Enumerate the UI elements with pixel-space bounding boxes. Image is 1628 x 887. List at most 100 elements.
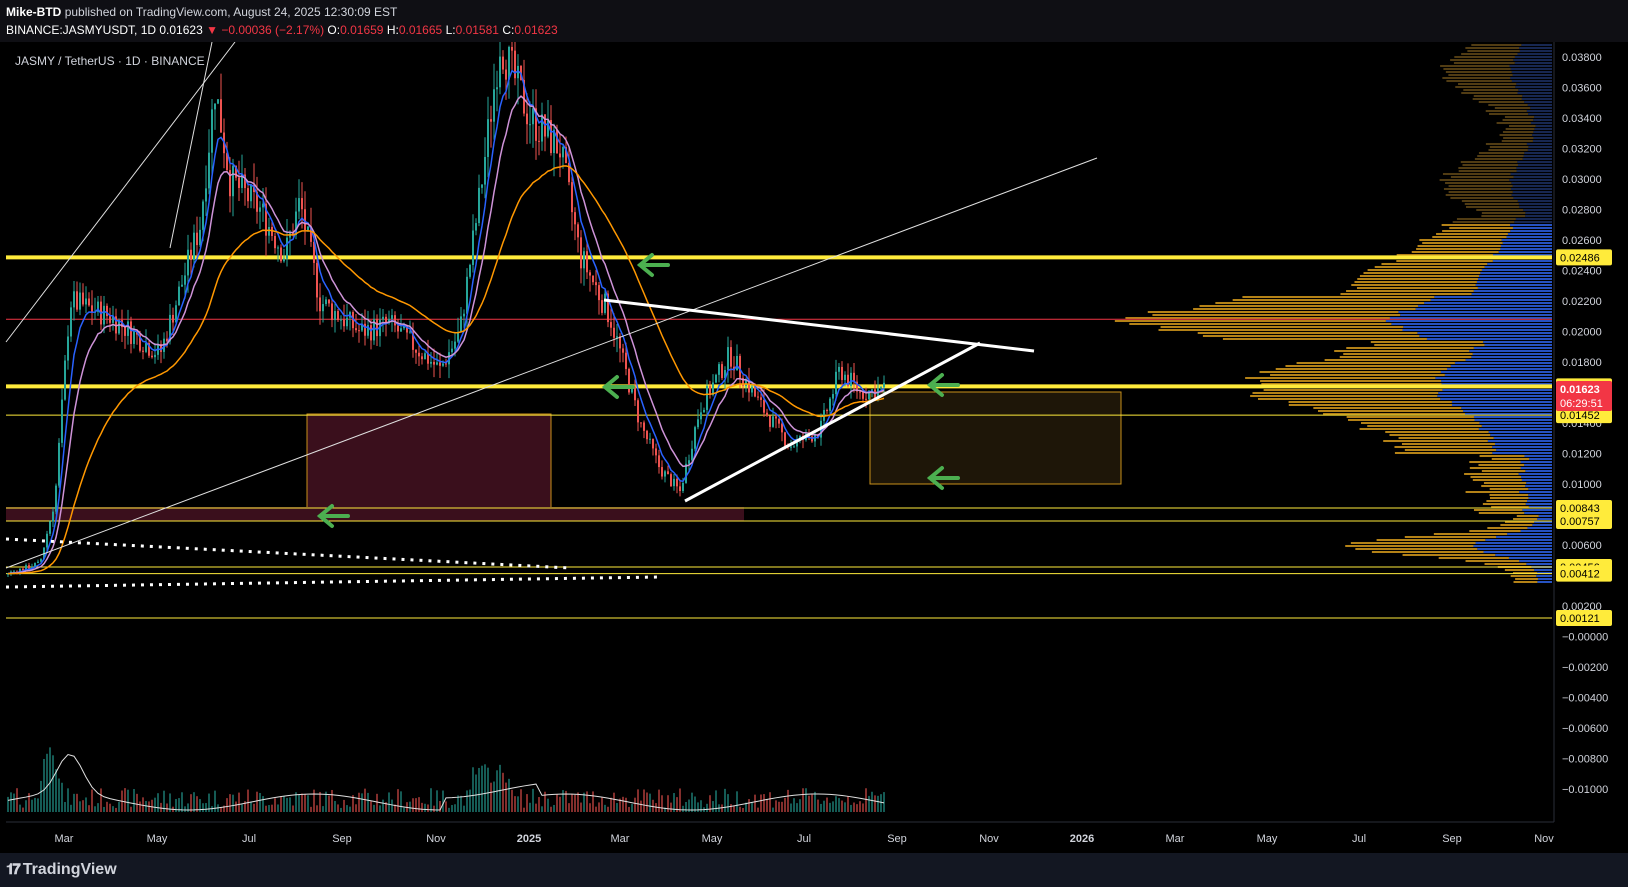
volume-profile-bar <box>1158 329 1403 331</box>
price-tick-label: −0.00000 <box>1562 632 1608 644</box>
volume-bar <box>424 803 426 812</box>
volume-bar <box>862 803 864 812</box>
volume-profile-bar <box>1464 473 1519 475</box>
volume-bar <box>697 802 699 812</box>
candle-body <box>880 387 882 389</box>
candle-body <box>487 119 489 157</box>
candle-body <box>499 56 501 88</box>
candle-body <box>664 471 666 477</box>
countdown-text: 06:29:51 <box>1560 398 1603 410</box>
price-chart[interactable]: 0.03800 0.03600 0.03400 0.03200 0.03000 0.028… <box>0 42 1628 853</box>
time-axis[interactable]: Mar May Jul Sep Nov 2025 Mar May Jul Sep Nov 2026 Ma… <box>0 821 1554 853</box>
candle-body <box>151 355 153 358</box>
candle-body <box>598 285 600 301</box>
candle-body <box>397 325 399 332</box>
volume-profile-bar <box>1263 389 1443 391</box>
candle-body <box>577 224 579 238</box>
volume-bar <box>475 774 477 812</box>
volume-bar <box>430 788 432 812</box>
price-tick-label: 0.01200 <box>1562 449 1602 461</box>
volume-profile-bar <box>1346 290 1474 292</box>
candle-body <box>871 389 873 391</box>
volume-profile-bar <box>1448 191 1513 193</box>
volume-profile-bar <box>1472 98 1522 100</box>
candle-body <box>325 299 327 305</box>
volume-bar <box>601 797 603 812</box>
volume-profile-bar <box>1417 332 1552 334</box>
volume-bar <box>301 793 303 812</box>
volume-profile-bar <box>1532 524 1552 526</box>
volume-profile-bar <box>1513 176 1552 178</box>
volume-bar <box>526 794 528 812</box>
candle-body <box>382 316 384 320</box>
volume-bar <box>766 799 768 812</box>
candle-body <box>106 305 108 317</box>
volume-profile-bar <box>1509 125 1536 127</box>
candle-body <box>394 315 396 326</box>
candle-body <box>199 229 201 246</box>
volume-profile-bar <box>1193 308 1416 310</box>
candle-body <box>781 423 783 433</box>
volume-bar <box>7 796 9 812</box>
volume-profile-bar <box>1456 218 1516 220</box>
candle-body <box>883 382 885 388</box>
volume-bar <box>868 795 870 812</box>
volume-profile-bar <box>1534 128 1552 130</box>
price-tick-label: 0.01800 <box>1562 357 1602 369</box>
tradingview-logo[interactable]: 𝟏𝟕 TradingView <box>6 861 117 879</box>
volume-profile-bar <box>1469 530 1521 532</box>
author-name[interactable]: Mike-BTD <box>6 5 61 19</box>
volume-bar <box>346 805 348 812</box>
volume-bar <box>391 799 393 812</box>
volume-bar <box>613 792 615 812</box>
price-axis[interactable]: 0.03800 0.03600 0.03400 0.03200 0.03000 0.028… <box>1553 42 1628 853</box>
volume-bar <box>46 753 48 812</box>
volume-profile-bar <box>1125 317 1390 319</box>
volume-profile-bar <box>1252 392 1439 394</box>
volume-profile-bar <box>1451 401 1552 403</box>
volume-profile-bar <box>1533 131 1552 133</box>
candle-body <box>88 298 90 306</box>
candle-body <box>730 347 732 367</box>
volume-bar <box>400 791 402 812</box>
volume-bar <box>67 788 69 812</box>
volume-bar <box>505 782 507 812</box>
low-label: L: <box>445 23 456 37</box>
volume-profile-bar <box>1528 497 1552 499</box>
volume-profile-bar <box>1484 266 1552 268</box>
volume-profile-bar <box>1494 443 1552 445</box>
candle-body <box>280 247 282 262</box>
volume-profile-bar <box>1534 569 1552 571</box>
candle-body <box>130 321 132 344</box>
volume-profile-bar <box>1339 356 1472 358</box>
candle-body <box>82 292 84 305</box>
volume-bar <box>34 797 36 812</box>
volume-profile-bar <box>1510 224 1552 226</box>
volume-profile-bar <box>1526 110 1552 112</box>
volume-profile-bar <box>1515 86 1552 88</box>
volume-profile-bar <box>1351 284 1476 286</box>
candle-body <box>454 341 456 349</box>
volume-bar <box>451 805 453 812</box>
volume-bar <box>454 804 456 812</box>
candle-body <box>703 409 705 413</box>
candle-body <box>334 311 336 321</box>
volume-profile-bar <box>1398 311 1552 313</box>
volume-profile-bar <box>1433 533 1508 535</box>
volume-bar <box>460 795 462 812</box>
volume-profile-bar <box>1487 263 1552 265</box>
volume-profile-bar <box>1519 206 1552 208</box>
volume-profile-bar <box>1513 581 1538 583</box>
candle-body <box>301 198 303 210</box>
candle-body <box>634 387 636 401</box>
volume-profile-bar <box>1524 152 1552 154</box>
volume-profile-bar <box>1447 368 1552 370</box>
volume-profile-bar <box>1450 197 1514 199</box>
candle-body <box>181 284 183 287</box>
volume-profile-bar <box>1511 80 1552 82</box>
price-tick-label: 0.03200 <box>1562 144 1602 156</box>
volume-bar <box>100 788 102 812</box>
volume-profile-bar <box>1500 524 1533 526</box>
candle-body <box>844 374 846 381</box>
candle-body <box>763 399 765 413</box>
